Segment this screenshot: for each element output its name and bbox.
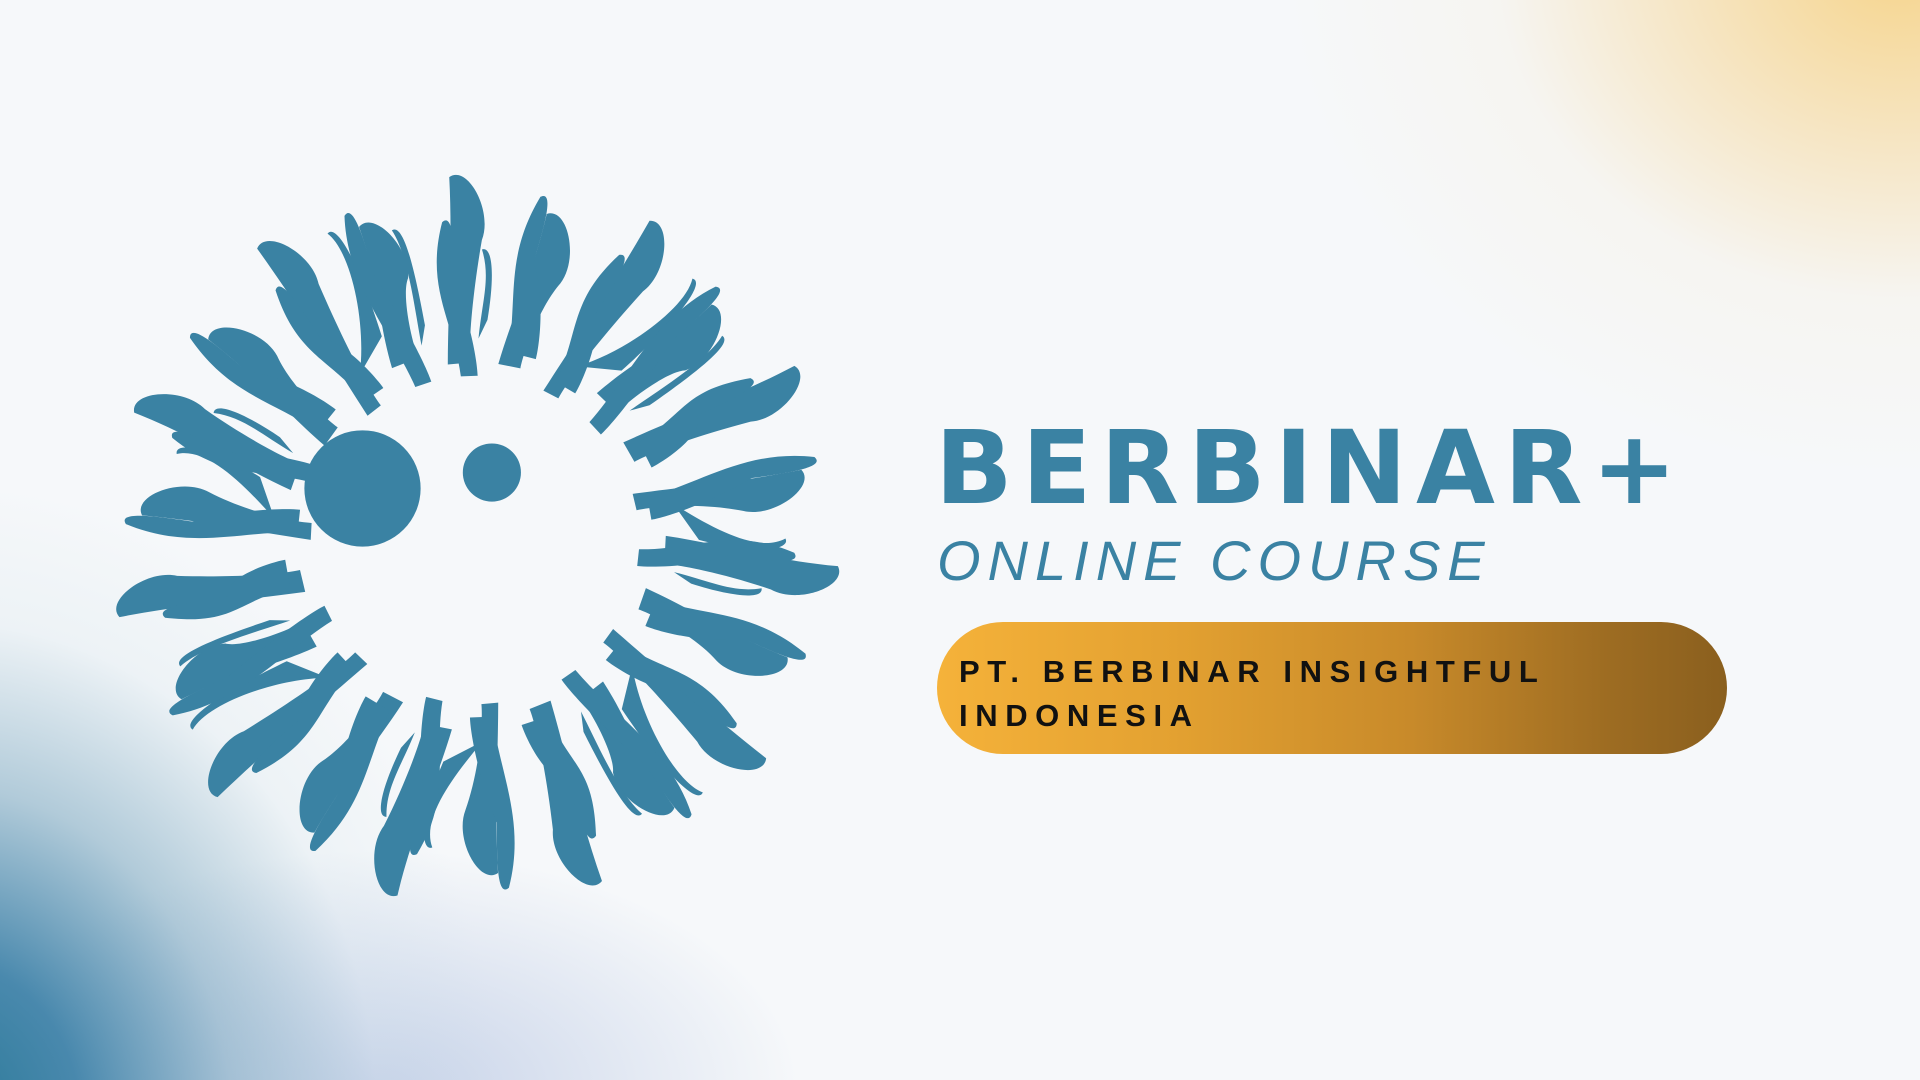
- brand-title: BERBINAR+: [935, 409, 1686, 528]
- logo-petal-fork: [478, 249, 492, 339]
- company-name: PT. BERBINAR INSIGHTFUL INDONESIA: [959, 654, 1545, 733]
- company-badge: PT. BERBINAR INSIGHTFUL INDONESIA: [937, 622, 1727, 754]
- sunburst-logo-icon: [100, 165, 850, 915]
- brand-subtitle: ONLINE COURSE: [937, 529, 1492, 592]
- brand-block: BERBINAR+: [935, 418, 1686, 520]
- logo-small-dot: [462, 443, 521, 502]
- logo-large-dot: [304, 430, 421, 547]
